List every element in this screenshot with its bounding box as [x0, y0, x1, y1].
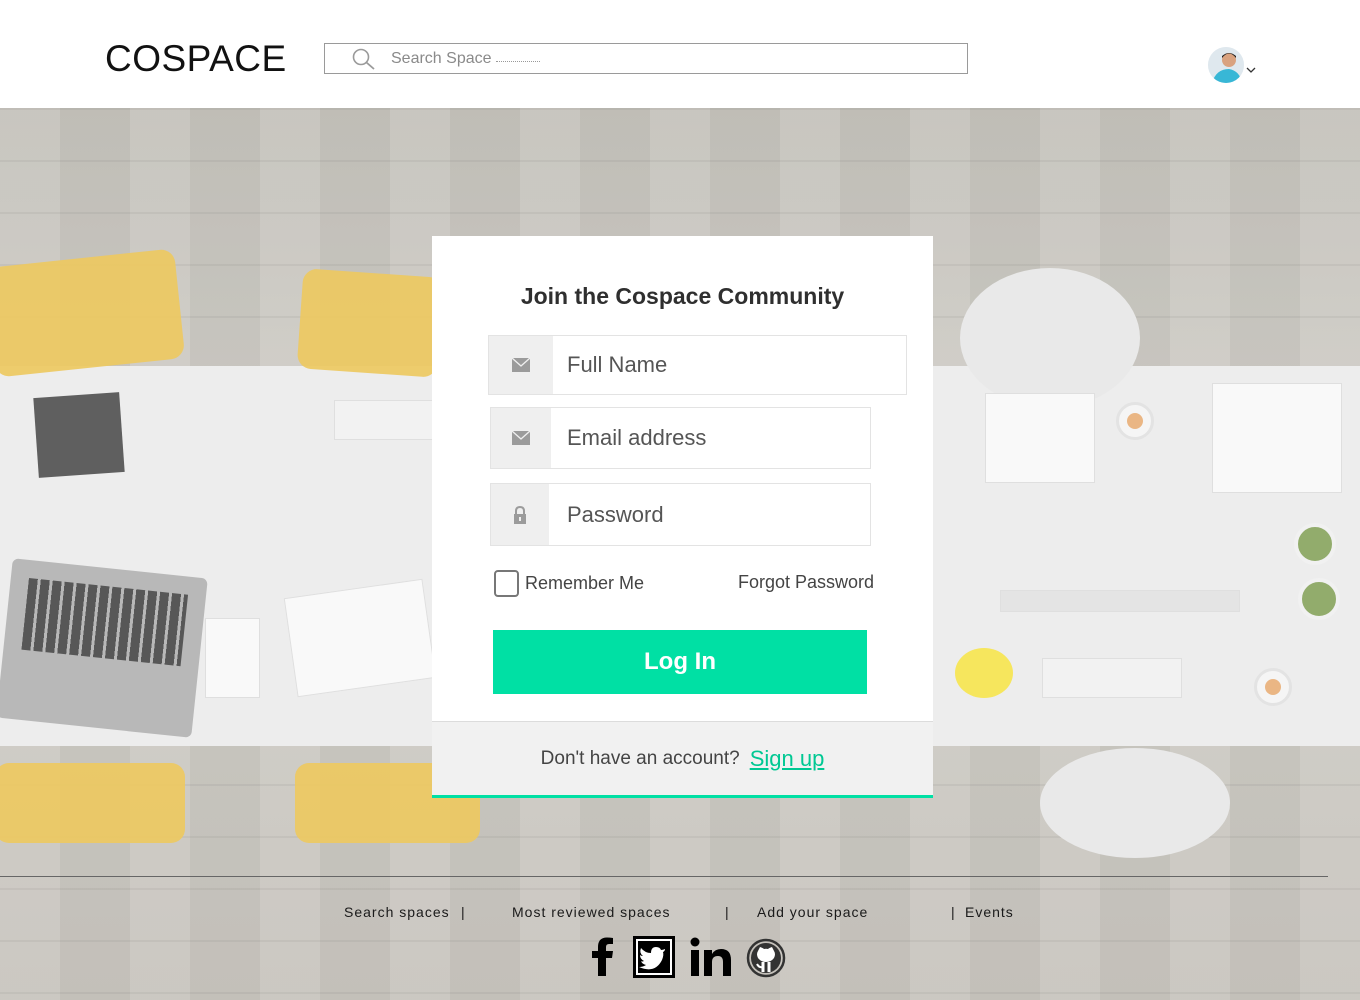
no-account-text: Don't have an account? — [540, 747, 740, 769]
card-title: Join the Cospace Community — [520, 283, 845, 309]
twitter-icon[interactable] — [633, 936, 675, 978]
footer-link-search-spaces[interactable]: Search spaces — [344, 904, 450, 920]
sign-up-link[interactable]: Sign up — [750, 746, 825, 772]
footer-link-add-space[interactable]: Add your space — [757, 904, 868, 920]
avatar-image — [1208, 47, 1244, 83]
remember-me[interactable]: Remember Me — [494, 570, 644, 597]
signup-prompt: Don't have an account? Sign up — [432, 721, 933, 795]
top-navbar: COSPACE — [0, 0, 1360, 108]
lock-icon — [491, 484, 549, 545]
user-avatar[interactable] — [1208, 47, 1244, 83]
footer-link-most-reviewed[interactable]: Most reviewed spaces — [512, 904, 671, 920]
footer-nav: Search spaces | Most reviewed spaces | A… — [0, 904, 1360, 924]
email-field[interactable] — [490, 407, 871, 469]
email-input[interactable] — [567, 408, 860, 468]
forgot-password-link[interactable]: Forgot Password — [738, 572, 874, 593]
join-card: Join the Cospace Community Remember Me F… — [432, 236, 933, 798]
footer-link-events[interactable]: Events — [965, 904, 1014, 920]
envelope-icon — [489, 336, 553, 394]
footer-separator: | — [951, 904, 955, 920]
footer-divider — [0, 876, 1328, 877]
linkedin-icon[interactable] — [690, 936, 732, 978]
search-placeholder-dots — [496, 61, 540, 62]
site-logo[interactable]: COSPACE — [105, 38, 287, 80]
search-icon — [352, 48, 375, 70]
github-icon[interactable] — [745, 936, 787, 978]
remember-me-label[interactable]: Remember Me — [525, 573, 644, 594]
chevron-down-icon[interactable] — [1246, 66, 1256, 74]
facebook-icon[interactable] — [588, 936, 616, 978]
search-bar[interactable] — [324, 43, 968, 74]
envelope-icon — [491, 408, 551, 468]
footer-separator: | — [461, 904, 465, 920]
full-name-input[interactable] — [567, 336, 898, 394]
password-input[interactable] — [567, 484, 860, 545]
remember-me-checkbox[interactable] — [494, 570, 519, 597]
full-name-field[interactable] — [488, 335, 907, 395]
search-input[interactable] — [391, 46, 951, 71]
password-field[interactable] — [490, 483, 871, 546]
login-button[interactable]: Log In — [493, 630, 867, 694]
footer-separator: | — [725, 904, 729, 920]
